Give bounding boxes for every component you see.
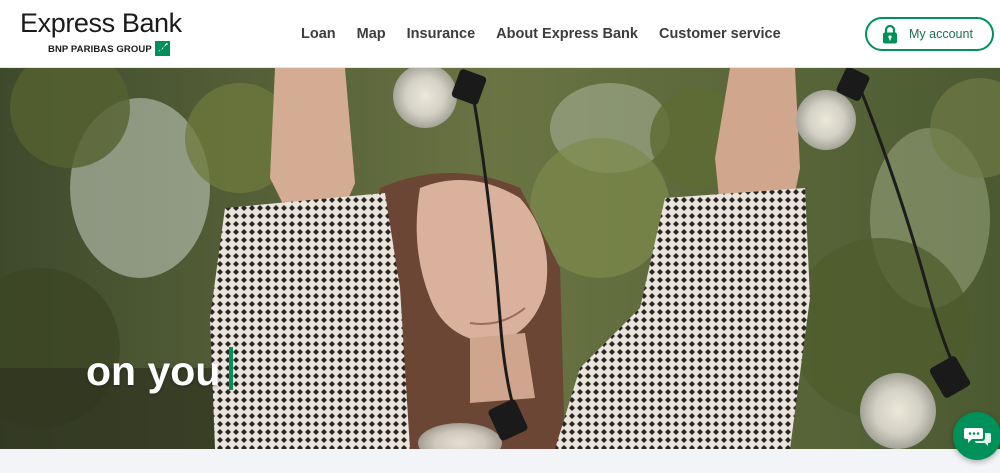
nav-item-insurance[interactable]: Insurance — [407, 24, 476, 44]
nav-item-map[interactable]: Map — [357, 24, 386, 44]
chat-bubbles-icon — [964, 428, 991, 446]
chat-button[interactable] — [953, 412, 1000, 460]
bnp-stars-logo-icon — [155, 41, 170, 56]
my-account-button[interactable]: My account — [865, 17, 994, 51]
site-header: Express Bank BNP PARIBAS GROUP Loan Map … — [0, 0, 1000, 68]
nav-item-about-express-bank[interactable]: About Express Bank — [496, 24, 638, 44]
headline-cursor — [229, 347, 233, 390]
nav-item-loan[interactable]: Loan — [301, 24, 336, 44]
express-bank-logo[interactable]: Express Bank BNP PARIBAS GROUP — [20, 8, 182, 60]
brand-name: Express Bank — [20, 8, 182, 38]
nav-item-customer-service[interactable]: Customer service — [659, 24, 781, 44]
main-navigation: Loan Map Insurance About Express Bank Cu… — [301, 24, 802, 44]
hero-headline: on you — [86, 348, 221, 394]
hero-banner: on you — [0, 68, 1000, 449]
my-account-label: My account — [909, 27, 973, 41]
page-content-top — [0, 449, 1000, 473]
padlock-icon — [883, 24, 897, 44]
brand-group: BNP PARIBAS GROUP — [48, 44, 152, 55]
